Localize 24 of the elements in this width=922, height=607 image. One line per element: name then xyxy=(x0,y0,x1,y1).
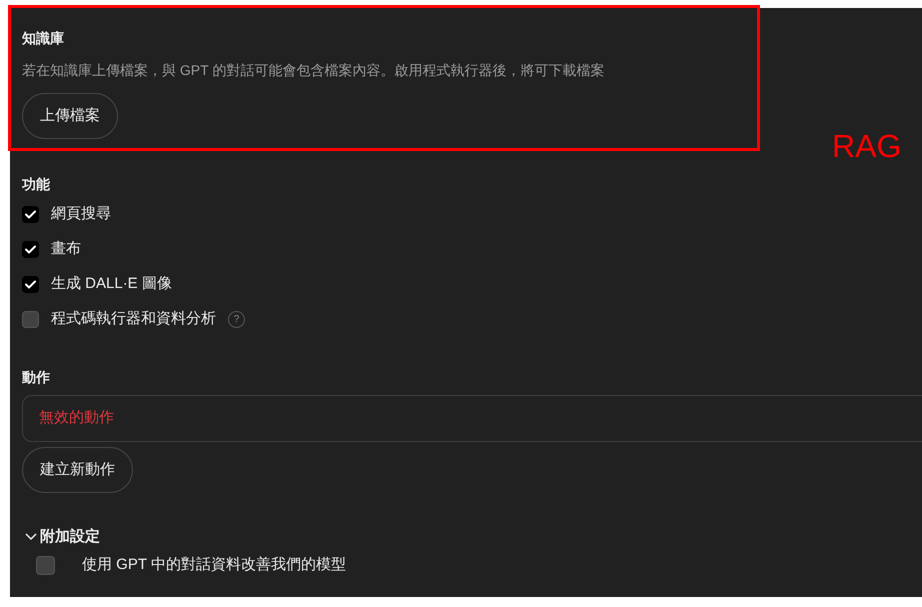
caret-icon[interactable] xyxy=(25,533,37,541)
check-icon xyxy=(25,245,36,254)
help-icon[interactable]: ? xyxy=(228,311,245,328)
section-title: 動作 xyxy=(22,368,51,387)
checkbox[interactable] xyxy=(36,556,55,575)
action-item[interactable]: 無效的動作 xyxy=(22,395,922,442)
section-title[interactable]: 附加設定 xyxy=(40,527,100,547)
section-title: 功能 xyxy=(22,175,51,194)
checkbox-label: 畫布 xyxy=(51,239,81,260)
create-action-button[interactable]: 建立新動作 xyxy=(22,447,133,493)
annotation-label: RAG xyxy=(832,130,902,162)
section-title: 知識庫 xyxy=(22,29,65,48)
check-icon xyxy=(25,210,36,219)
checkbox-label: 程式碼執行器和資料分析 xyxy=(51,309,216,330)
check-icon xyxy=(25,280,36,289)
checkbox-label: 使用 GPT 中的對話資料改善我們的模型 xyxy=(82,555,346,576)
checkbox[interactable] xyxy=(22,276,39,293)
upload-files-button[interactable]: 上傳檔案 xyxy=(22,93,118,139)
checkbox-label: 生成 DALL·E 圖像 xyxy=(51,274,172,294)
checkbox[interactable] xyxy=(22,206,39,223)
description-text: 若在知識庫上傳檔案，與 GPT 的對話可能會包含檔案內容。啟用程式執行器後，將可下載檔案 xyxy=(22,61,606,80)
checkbox[interactable] xyxy=(22,311,39,328)
checkbox-label: 網頁搜尋 xyxy=(51,204,111,224)
checkbox[interactable] xyxy=(22,241,39,258)
